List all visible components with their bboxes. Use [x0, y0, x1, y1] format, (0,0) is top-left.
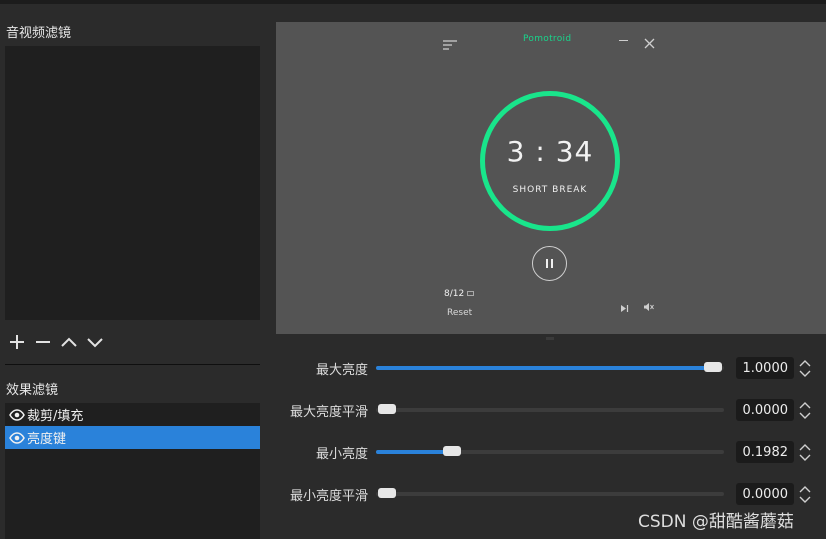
timer-display: 3 : 34	[506, 135, 594, 168]
min-brightness-smooth-label: 最小亮度平滑	[289, 489, 368, 504]
slider-handle[interactable]	[704, 362, 722, 372]
move-down-button[interactable]	[84, 331, 106, 353]
max-brightness-smooth-label: 最大亮度平滑	[289, 405, 368, 420]
min-brightness-label: 最小亮度	[315, 447, 368, 462]
window-top-border	[0, 0, 826, 4]
move-up-button[interactable]	[58, 331, 80, 353]
effect-filters-title: 效果滤镜	[6, 383, 59, 398]
min-brightness-slider[interactable]	[376, 446, 724, 456]
eye-icon[interactable]	[9, 408, 25, 421]
minus-icon	[36, 341, 50, 343]
effect-filter-label: 亮度键	[27, 432, 67, 447]
chevron-down-icon	[87, 338, 103, 348]
audio-video-filter-list[interactable]	[5, 46, 260, 320]
slider-handle[interactable]	[378, 488, 396, 498]
max-brightness-slider[interactable]	[376, 362, 724, 372]
spin-up-icon[interactable]	[798, 399, 812, 410]
round-counter: 8/12	[444, 289, 475, 299]
spin-down-icon[interactable]	[798, 452, 812, 463]
max-brightness-smooth-spinbox[interactable]: 0.0000	[736, 399, 794, 421]
spin-down-icon[interactable]	[798, 368, 812, 379]
max-brightness-smooth-slider[interactable]	[376, 404, 724, 414]
app-title: Pomotroid	[523, 34, 572, 44]
menu-icon	[443, 35, 457, 54]
preview-resize-handle[interactable]	[546, 337, 554, 340]
add-filter-button[interactable]	[6, 331, 28, 353]
min-brightness-spinbox[interactable]: 0.1982	[736, 441, 794, 463]
effect-filter-label: 裁剪/填充	[27, 409, 84, 424]
chevron-up-icon	[61, 337, 77, 347]
eye-icon[interactable]	[9, 431, 25, 444]
spin-arrows	[798, 399, 814, 421]
spin-arrows	[798, 357, 814, 379]
remove-filter-button[interactable]	[32, 331, 54, 353]
audio-video-filters-title: 音视频滤镜	[6, 26, 72, 41]
effect-filter-item-crop-pad[interactable]: 裁剪/填充	[5, 403, 260, 426]
filter-toolbar	[6, 331, 106, 353]
pause-button	[532, 246, 567, 281]
skip-icon	[620, 298, 629, 317]
pause-icon	[546, 259, 548, 268]
round-icon	[467, 291, 475, 296]
reset-link: Reset	[447, 308, 473, 318]
divider	[5, 364, 260, 365]
min-brightness-smooth-spinbox[interactable]: 0.0000	[736, 483, 794, 505]
spin-down-icon[interactable]	[798, 410, 812, 421]
spin-down-icon[interactable]	[798, 494, 812, 505]
filter-preview: Pomotroid 3 : 34 SHORT BREAK 8/12 Reset	[276, 22, 826, 334]
effect-filter-list: 裁剪/填充 亮度键	[5, 403, 260, 539]
max-brightness-label: 最大亮度	[315, 363, 368, 378]
minimize-icon	[619, 40, 628, 41]
spin-up-icon[interactable]	[798, 483, 812, 494]
spin-up-icon[interactable]	[798, 441, 812, 452]
slider-handle[interactable]	[442, 446, 461, 456]
timer-mode-label: SHORT BREAK	[512, 185, 588, 195]
effect-filter-item-luma-key[interactable]: 亮度键	[5, 426, 260, 449]
plus-icon	[10, 335, 24, 349]
watermark: CSDN @甜酷酱蘑菇	[638, 512, 794, 532]
spin-arrows	[798, 483, 814, 505]
close-icon	[644, 34, 655, 53]
max-brightness-spinbox[interactable]: 1.0000	[736, 357, 794, 379]
slider-handle[interactable]	[378, 404, 396, 414]
min-brightness-smooth-slider[interactable]	[376, 488, 724, 498]
mute-icon	[643, 297, 654, 316]
spin-arrows	[798, 441, 814, 463]
spin-up-icon[interactable]	[798, 357, 812, 368]
